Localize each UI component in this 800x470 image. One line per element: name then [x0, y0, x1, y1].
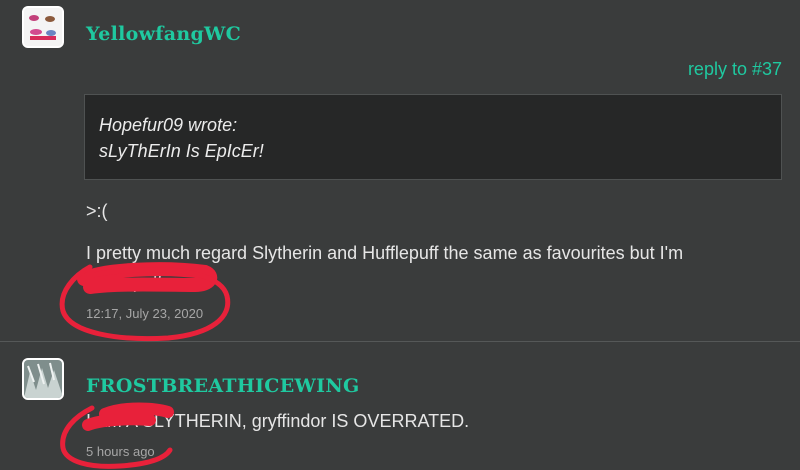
reply-to-link[interactable]: reply to #37 [688, 59, 782, 80]
post1-line2: I pretty much regard Slytherin and Huffl… [86, 243, 684, 263]
post2-text: I AM A SLYTHERIN, gryffindor IS OVERRATE… [86, 411, 470, 431]
post1-line1: >:( [86, 201, 108, 221]
frosty-cat-avatar-icon [24, 360, 62, 398]
quote-block: Hopefur09 wrote: sLyThErIn Is EpIcEr! [84, 94, 782, 180]
post2-username[interactable]: FROSTBREATHICEWING [86, 375, 360, 397]
red-marker-annotations [59, 262, 231, 469]
post-divider [0, 341, 800, 342]
quote-author-line: Hopefur09 wrote: [99, 115, 238, 135]
avatar-yellowfangwc[interactable] [22, 6, 64, 48]
post1-username[interactable]: YellowfangWC [86, 23, 241, 45]
avatar-frostbreathicewing[interactable] [22, 358, 64, 400]
post1-line3: Hufflepuff so [86, 272, 187, 292]
cartoon-cats-avatar-icon [24, 8, 62, 46]
post1-timestamp: 12:17, July 23, 2020 [86, 306, 204, 321]
post2-timestamp: 5 hours ago [86, 444, 155, 459]
quote-text: sLyThErIn Is EpIcEr! [99, 141, 264, 161]
